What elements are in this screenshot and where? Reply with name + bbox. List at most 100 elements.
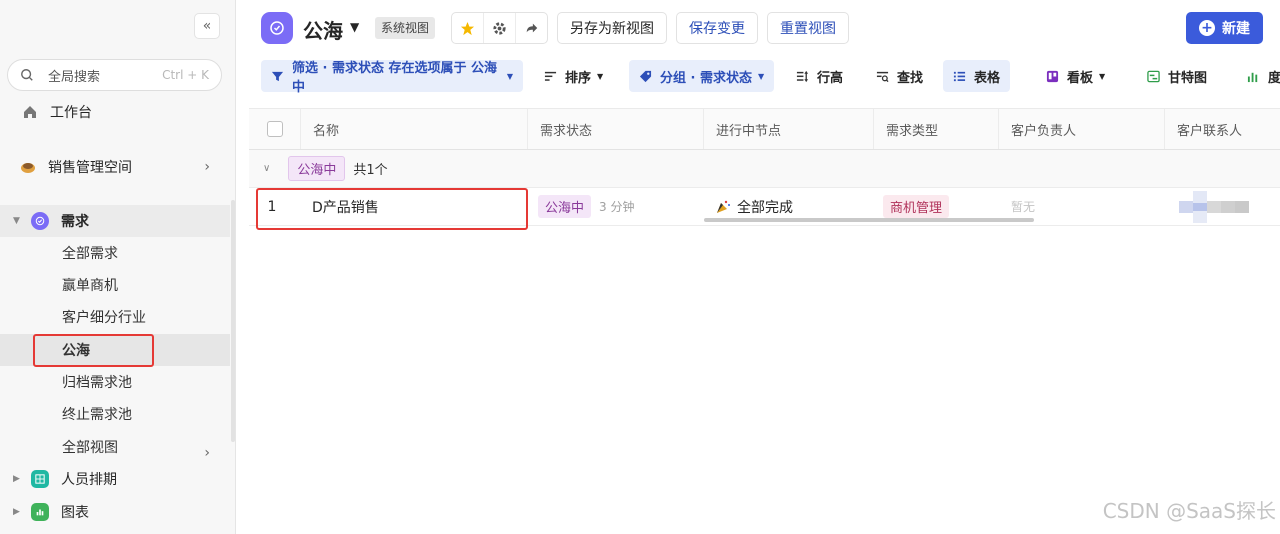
kanban-view-button[interactable]: 看板 ▼ [1036,60,1115,92]
sidebar-space-sales[interactable]: 销售管理空间 › [0,151,230,183]
row-contact-cell[interactable] [1179,188,1280,225]
table-view-button[interactable]: 表格 [943,60,1011,92]
share-button[interactable] [516,13,547,43]
find-icon [876,70,889,83]
group-count: 共1个 [353,163,388,178]
settings-button[interactable] [484,13,516,43]
more-view-label: 度 [1268,70,1280,86]
triangle-down-icon: ▼ [13,216,20,226]
sidebar-item-workbench[interactable]: 工作台 [0,96,230,128]
sidebar-item-all-views[interactable]: 全部视图 › [0,431,230,463]
select-all-checkbox[interactable] [266,121,283,137]
group-row[interactable]: ∨ 公海中 共1个 [249,150,1280,188]
sidebar-item-archived-pool[interactable]: 归档需求池 [0,366,230,398]
select-all-checkbox-cell [249,109,301,149]
space-emoji-icon [20,159,36,175]
app: « 全局搜索 Ctrl + K 工作台 销售管理空间 › ▼ 需求 全部需求 赢… [0,0,1280,534]
new-button-label: 新建 [1222,21,1250,37]
search-shortcut: Ctrl + K [162,68,209,82]
chevron-down-icon[interactable]: ∨ [263,163,270,174]
caret-down-icon: ▼ [597,71,604,81]
save-changes-button[interactable]: 保存变更 [676,12,758,44]
sidebar-item-all-demands[interactable]: 全部需求 [0,237,230,269]
sidebar-item-label: 全部需求 [62,246,118,262]
sidebar-group-label: 需求 [61,214,89,230]
group-label: 分组 · 需求状态 [660,70,752,86]
reset-view-button[interactable]: 重置视图 [767,12,849,44]
bar-chart-icon [1247,70,1260,83]
sidebar-item-label: 全部视图 [62,440,118,456]
watermark: CSDN @SaaS探长 [1102,499,1276,523]
caret-down-icon: ▼ [1099,71,1106,81]
chevron-right-icon: › [204,159,210,175]
gantt-view-button[interactable]: 甘特图 [1137,60,1217,92]
type-badge: 商机管理 [883,195,950,218]
node-label: 全部完成 [737,199,793,216]
row-height-button[interactable]: 行高 [786,60,853,92]
save-as-new-view-button[interactable]: 另存为新视图 [557,12,667,44]
find-label: 查找 [897,70,924,86]
sidebar-item-label: 终止需求池 [62,407,132,423]
sidebar-item-customer-industry[interactable]: 客户细分行业 [0,301,230,333]
column-header-contact[interactable]: 客户联系人 [1165,109,1280,149]
new-button[interactable]: + 新建 [1186,12,1263,44]
sidebar-item-terminated-pool[interactable]: 终止需求池 [0,398,230,430]
view-icon [261,12,293,44]
star-icon [460,21,475,35]
owner-value: 暂无 [1011,200,1036,214]
caret-down-icon: ▼ [758,71,765,81]
gear-icon [493,21,506,35]
sidebar-group-charts[interactable]: ▶ 图表 [0,496,230,528]
sidebar-item-label: 客户细分行业 [62,310,146,326]
sort-icon [544,70,557,83]
sort-label: 排序 [565,70,592,86]
sort-button[interactable]: 排序 ▼ [534,60,613,92]
caret-down-icon[interactable]: ▼ [350,20,359,34]
triangle-right-icon: ▶ [13,507,20,517]
kanban-view-label: 看板 [1067,70,1094,86]
sidebar-group-demand[interactable]: ▼ 需求 [0,205,230,237]
collapse-sidebar-button[interactable]: « [194,13,220,39]
sidebar-group-label: 人员排期 [61,472,117,488]
sidebar-space-label: 销售管理空间 [48,160,132,176]
sidebar-item-label: 归档需求池 [62,375,132,391]
status-time: 3 分钟 [599,200,635,214]
filter-icon [271,70,284,83]
sidebar-group-scheduling[interactable]: ▶ 人员排期 [0,463,230,495]
horizontal-scrollbar[interactable] [704,218,1034,222]
column-header-type[interactable]: 需求类型 [874,109,999,149]
plus-icon: + [1199,20,1215,36]
sidebar-scrollbar[interactable] [231,200,235,442]
home-icon [24,106,36,118]
list-icon [953,70,966,83]
sidebar-group-label: 图表 [61,505,89,521]
tag-icon [639,70,652,83]
search-placeholder: 全局搜索 [48,69,101,85]
sidebar: « 全局搜索 Ctrl + K 工作台 销售管理空间 › ▼ 需求 全部需求 赢… [0,0,236,534]
more-view-button[interactable]: 度 [1237,60,1280,92]
sidebar-item-label: 赢单商机 [62,278,118,294]
status-badge: 公海中 [538,195,592,218]
group-button[interactable]: 分组 · 需求状态 ▼ [629,60,775,92]
system-view-badge: 系统视图 [375,17,436,39]
favorite-button[interactable] [452,13,484,43]
row-height-label: 行高 [817,70,844,86]
sidebar-item-won-deals[interactable]: 赢单商机 [0,269,230,301]
row-status-cell[interactable]: 公海中 3 分钟 [538,188,704,225]
grid-icon [31,470,49,488]
column-header-node[interactable]: 进行中节点 [704,109,874,149]
check-circle-icon [31,212,49,230]
chart-icon [31,503,49,521]
gantt-icon [1147,70,1160,83]
find-button[interactable]: 查找 [866,60,933,92]
share-arrow-icon [526,23,537,33]
check-circle-icon [270,21,284,35]
column-header-name[interactable]: 名称 [301,109,528,149]
kanban-icon [1046,70,1059,83]
filter-button[interactable]: 筛选 · 需求状态 存在选项属于 公海中 ▼ [261,60,523,95]
global-search-input[interactable]: 全局搜索 Ctrl + K [7,59,222,91]
column-header-status[interactable]: 需求状态 [528,109,704,149]
column-header-owner[interactable]: 客户负责人 [999,109,1165,149]
caret-down-icon: ▼ [506,71,513,81]
highlight-box [33,334,154,367]
